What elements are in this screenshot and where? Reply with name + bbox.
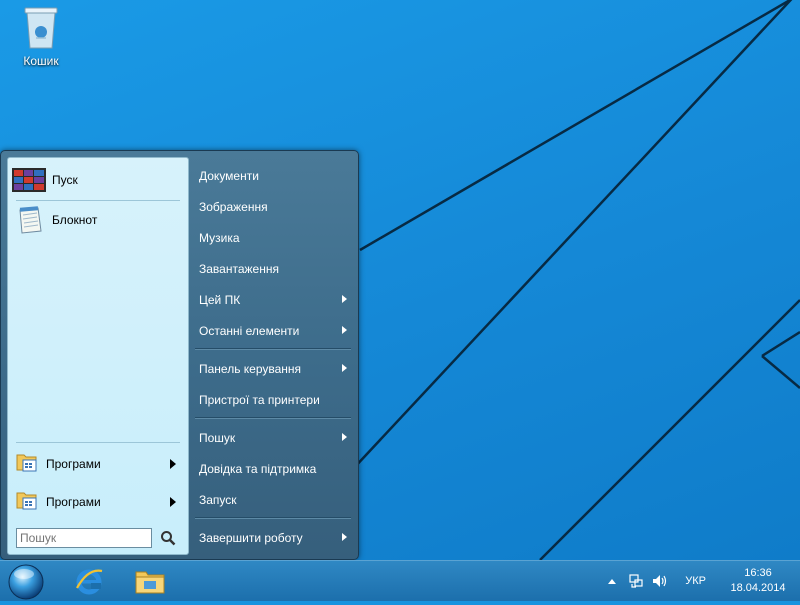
pinned-item-notepad[interactable]: Блокнот [12,204,182,236]
right-item-label: Панель керування [199,362,302,376]
programs-label: Програми [46,457,101,471]
right-item-label: Музика [199,231,240,245]
divider [16,200,180,201]
network-icon[interactable] [627,572,645,590]
file-explorer-icon [135,571,165,594]
right-item-label: Зображення [199,200,268,214]
divider [195,348,351,350]
show-hidden-icons-chevron-icon[interactable] [603,572,621,590]
taskbar-file-explorer[interactable] [133,564,167,598]
start-orb-icon [8,564,44,600]
right-item-label: Цей ПК [199,293,241,307]
right-item-recent[interactable]: Останні елементи [191,317,353,345]
programs-menu-item[interactable]: Програми [16,450,180,478]
right-item-search[interactable]: Пошук [191,424,353,452]
start-search [16,526,186,550]
input-language-indicator[interactable]: УКР [685,575,706,587]
start-tiles-icon [12,165,46,195]
divider [195,517,351,519]
programs-folder-icon [16,451,38,478]
right-item-label: Завершити роботу [199,531,303,545]
desktop-icon-recycle-bin[interactable]: Кошик [14,4,68,68]
start-menu-right-pane: Документи Зображення Музика Завантаження… [191,151,357,559]
pinned-item-label: Блокнот [52,213,98,227]
taskbar-internet-explorer[interactable] [72,564,106,598]
clock[interactable]: 16:36 18.04.2014 [720,566,796,596]
chevron-right-icon [170,497,176,507]
right-item-run[interactable]: Запуск [191,486,353,514]
pinned-item-label: Пуск [52,173,78,187]
right-item-devices-printers[interactable]: Пристрої та принтери [191,386,353,414]
programs-folder-icon [16,489,38,516]
right-item-label: Останні елементи [199,324,300,338]
right-item-shutdown[interactable]: Завершити роботу [191,524,353,552]
right-item-label: Документи [199,169,259,183]
clock-time: 16:36 [744,567,772,579]
chevron-right-icon [342,364,347,372]
search-icon[interactable] [156,527,180,549]
start-menu-left-pane: Пуск Блокнот Програми Програми Пошук [7,157,189,555]
chevron-right-icon [342,326,347,334]
start-orb-button[interactable] [6,562,46,600]
right-item-control-panel[interactable]: Панель керування [191,355,353,383]
clock-date: 18.04.2014 [730,582,786,594]
volume-icon[interactable] [651,572,669,590]
right-item-label: Завантаження [199,262,279,276]
taskbar: УКР 16:36 18.04.2014 [0,560,800,601]
pinned-item-start[interactable]: Пуск [12,164,182,196]
divider [195,417,351,419]
right-item-help[interactable]: Довідка та підтримка [191,455,353,483]
programs-menu-item[interactable]: Програми [16,488,180,516]
chevron-right-icon [342,533,347,541]
internet-explorer-icon [76,569,103,595]
right-item-label: Запуск [199,493,237,507]
recycle-bin-label: Кошик [23,54,59,68]
chevron-right-icon [170,459,176,469]
search-input[interactable] [16,528,152,548]
right-item-label: Пошук [199,431,236,445]
right-item-documents[interactable]: Документи [191,162,353,190]
notepad-icon [12,205,46,235]
divider [16,442,180,443]
programs-label: Програми [46,495,101,509]
right-item-label: Пристрої та принтери [199,393,320,407]
right-item-label: Довідка та підтримка [199,462,317,476]
right-item-this-pc[interactable]: Цей ПК [191,286,353,314]
right-item-pictures[interactable]: Зображення [191,193,353,221]
chevron-right-icon [342,295,347,303]
start-menu: Пуск Блокнот Програми Програми Пошук Док… [0,150,359,560]
recycle-bin-icon [22,4,60,50]
chevron-right-icon [342,433,347,441]
right-item-downloads[interactable]: Завантаження [191,255,353,283]
system-tray: УКР 16:36 18.04.2014 [603,561,800,601]
right-item-music[interactable]: Музика [191,224,353,252]
